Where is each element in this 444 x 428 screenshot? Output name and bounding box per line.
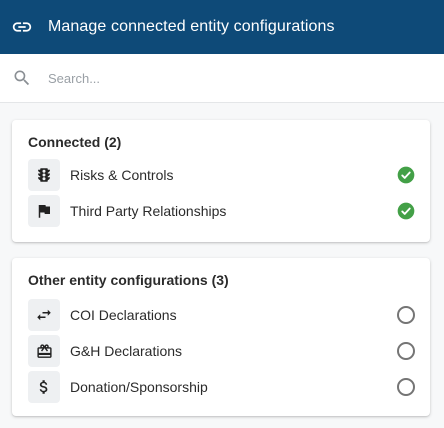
list-item-gh-declarations[interactable]: G&H Declarations: [28, 335, 416, 367]
connected-section-title: Connected (2): [28, 134, 122, 150]
radio-unchecked-icon[interactable]: [396, 377, 416, 397]
list-item-coi-declarations[interactable]: COI Declarations: [28, 299, 416, 331]
list-item-label: Donation/Sponsorship: [70, 379, 208, 395]
connected-card: Connected (2) Risks & Controls Third Par…: [12, 120, 430, 242]
radio-unchecked-icon[interactable]: [396, 341, 416, 361]
search-input[interactable]: [48, 70, 408, 86]
other-configurations-card: Other entity configurations (3) COI Decl…: [12, 258, 430, 416]
search-icon: [12, 68, 32, 88]
page-title: Manage connected entity configurations: [48, 18, 335, 35]
list-item-label: COI Declarations: [70, 307, 177, 323]
other-section-title: Other entity configurations (3): [28, 272, 229, 288]
link-icon: [11, 16, 33, 38]
check-circle-icon[interactable]: [396, 165, 416, 185]
list-item-third-party[interactable]: Third Party Relationships: [28, 195, 416, 227]
radio-unchecked-icon[interactable]: [396, 305, 416, 325]
gift-icon: [28, 335, 60, 367]
list-item-label: Third Party Relationships: [70, 203, 227, 219]
app-header: Manage connected entity configurations: [0, 0, 444, 54]
list-item-label: Risks & Controls: [70, 167, 174, 183]
check-circle-icon[interactable]: [396, 201, 416, 221]
list-item-risks-controls[interactable]: Risks & Controls: [28, 159, 416, 191]
traffic-light-icon: [28, 159, 60, 191]
flag-icon: [28, 195, 60, 227]
list-item-label: G&H Declarations: [70, 343, 183, 359]
search-bar: [0, 54, 444, 103]
list-item-donation-sponsorship[interactable]: Donation/Sponsorship: [28, 371, 416, 403]
dollar-icon: [28, 371, 60, 403]
swap-arrows-icon: [28, 299, 60, 331]
